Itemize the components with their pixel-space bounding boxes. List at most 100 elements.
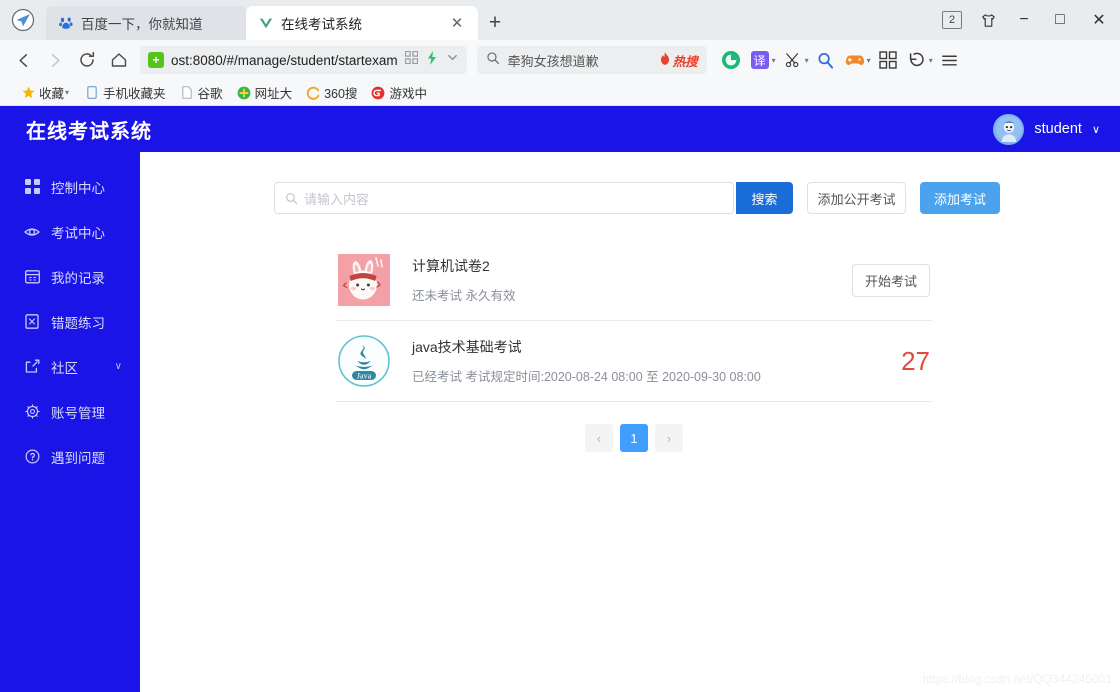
home-icon[interactable] xyxy=(104,45,134,75)
page-icon xyxy=(180,86,194,100)
minimize-button[interactable]: − xyxy=(1006,4,1042,36)
search-button[interactable]: 搜索 xyxy=(736,182,794,214)
pagination-page-1[interactable]: 1 xyxy=(620,424,648,452)
phone-icon xyxy=(85,86,99,100)
undo-arrow-icon[interactable] xyxy=(903,46,931,74)
tab-title: 百度一下，你就知道 xyxy=(81,17,203,32)
bookmark-label: 手机收藏夹 xyxy=(103,87,166,101)
browser-toolbar: + ost:8080/#/manage/student/startexam 牵狗… xyxy=(0,40,1120,80)
new-tab-button[interactable]: + xyxy=(478,6,512,40)
rabbit-avatar-thumb xyxy=(338,254,390,306)
sidebar: 控制中心 考试中心 我的记录 错题练习 社区 ∨ 账号管理 遇到问题 xyxy=(0,152,140,692)
sidebar-item-control-center[interactable]: 控制中心 xyxy=(0,164,140,209)
scissors-screenshot-icon[interactable] xyxy=(779,46,807,74)
green-plus-icon xyxy=(237,86,251,100)
add-public-exam-button[interactable]: 添加公开考试 xyxy=(807,182,907,214)
user-menu[interactable]: student ∨ xyxy=(993,113,1100,145)
tab-strip: 百度一下，你就知道 在线考试系统 ✕ + 2 − □ ✕ xyxy=(0,0,1120,40)
translate-extension-icon[interactable]: 译 xyxy=(746,46,774,74)
search-input[interactable]: 请输入内容 xyxy=(274,182,734,214)
browser-tab-baidu[interactable]: 百度一下，你就知道 xyxy=(46,6,246,40)
magnifier-icon xyxy=(486,51,500,70)
star-icon xyxy=(21,86,35,100)
exam-info: 计算机试卷2 还未考试 永久有效 xyxy=(412,256,810,304)
tshirt-skin-icon[interactable] xyxy=(970,4,1006,36)
window-controls: 2 − □ ✕ xyxy=(934,0,1120,40)
close-icon[interactable]: ✕ xyxy=(448,14,466,32)
bookmark-item-mobile-favorites[interactable]: 手机收藏夹 xyxy=(78,82,173,104)
add-exam-button[interactable]: 添加考试 xyxy=(920,182,1001,214)
pagination-next-button[interactable]: › xyxy=(655,424,683,452)
bookmark-label: 360搜 xyxy=(324,87,358,101)
sidebar-item-wrong-question-practice[interactable]: 错题练习 xyxy=(0,299,140,344)
magnifier-tool-icon[interactable] xyxy=(812,46,840,74)
calendar-icon xyxy=(24,269,40,285)
chevron-down-icon[interactable]: ∨ xyxy=(1092,123,1100,136)
chevron-down-icon[interactable]: ▾ xyxy=(867,56,871,65)
hot-search-badge[interactable]: 热搜 xyxy=(659,51,698,70)
baidu-paw-icon xyxy=(58,15,74,31)
document-error-icon xyxy=(24,314,40,330)
start-exam-button[interactable]: 开始考试 xyxy=(852,263,930,297)
translate-glyph: 译 xyxy=(750,51,769,69)
sidebar-item-label: 社区 xyxy=(51,360,78,376)
search-input-placeholder: 请输入内容 xyxy=(304,191,370,207)
sidebar-item-community[interactable]: 社区 ∨ xyxy=(0,344,140,389)
chevron-down-icon[interactable]: ▾ xyxy=(772,56,776,65)
sidebar-item-label: 考试中心 xyxy=(51,225,105,241)
exam-list-item[interactable]: Java java技术基础考试 已经考试 考试规定时间:2020-08-24 0… xyxy=(336,321,932,402)
pagination: ‹ 1 › xyxy=(336,424,932,452)
sidebar-item-label: 账号管理 xyxy=(51,405,105,421)
exam-name: 计算机试卷2 xyxy=(412,258,490,274)
qr-code-icon[interactable] xyxy=(404,50,418,69)
reload-icon[interactable] xyxy=(72,45,102,75)
exam-action: 开始考试 xyxy=(810,263,930,297)
gamepad-icon[interactable] xyxy=(841,46,869,74)
exam-list-item[interactable]: 计算机试卷2 还未考试 永久有效 开始考试 xyxy=(336,240,932,321)
hamburger-menu-icon[interactable] xyxy=(936,46,964,74)
sidebar-item-help[interactable]: 遇到问题 xyxy=(0,434,140,479)
maximize-button[interactable]: □ xyxy=(1042,4,1078,36)
close-window-button[interactable]: ✕ xyxy=(1078,4,1120,36)
bookmark-item-url-nav[interactable]: 网址大 xyxy=(230,82,300,104)
search-icon xyxy=(285,192,298,205)
back-arrow-icon[interactable] xyxy=(8,45,38,75)
svg-text:Java: Java xyxy=(357,371,372,380)
exam-info: java技术基础考试 已经考试 考试规定时间:2020-08-24 08:00 … xyxy=(412,337,810,385)
tab-title: 在线考试系统 xyxy=(281,17,362,32)
apps-grid-icon[interactable] xyxy=(874,46,902,74)
browser-search-box[interactable]: 牵狗女孩想道歉 热搜 xyxy=(476,46,707,74)
chevron-down-icon[interactable]: ∨ xyxy=(115,361,122,372)
bookmark-label: 谷歌 xyxy=(197,87,223,101)
bookmarks-bar: 收藏 ▾ 手机收藏夹 谷歌 网址大 360搜 游戏中 xyxy=(0,80,1120,106)
bookmark-item-game-center[interactable]: 游戏中 xyxy=(364,82,434,104)
tab-count-button[interactable]: 2 xyxy=(934,4,970,36)
chevron-down-icon[interactable]: ▾ xyxy=(65,88,69,97)
sidebar-item-label: 控制中心 xyxy=(51,180,105,196)
browser-logo-icon xyxy=(0,0,46,40)
chevron-down-icon[interactable]: ▾ xyxy=(929,56,933,65)
bookmark-item-360-search[interactable]: 360搜 xyxy=(299,82,364,104)
sidebar-item-my-records[interactable]: 我的记录 xyxy=(0,254,140,299)
pagination-prev-button[interactable]: ‹ xyxy=(585,424,613,452)
sidebar-item-exam-center[interactable]: 考试中心 xyxy=(0,209,140,254)
green-circle-extension-icon[interactable] xyxy=(717,46,745,74)
chevron-down-icon[interactable] xyxy=(446,51,459,69)
body-row: 控制中心 考试中心 我的记录 错题练习 社区 ∨ 账号管理 遇到问题 请输入内容… xyxy=(0,152,1120,692)
address-bar[interactable]: + ost:8080/#/manage/student/startexam xyxy=(140,46,467,74)
bookmark-item-google[interactable]: 谷歌 xyxy=(173,82,230,104)
forward-arrow-icon[interactable] xyxy=(40,45,70,75)
user-name: student xyxy=(1034,121,1082,137)
green-shield-icon: + xyxy=(148,52,164,68)
url-text: ost:8080/#/manage/student/startexam xyxy=(171,52,398,68)
exam-toolbar: 请输入内容 搜索 添加公开考试 添加考试 xyxy=(274,152,1001,214)
sidebar-item-account-management[interactable]: 账号管理 xyxy=(0,389,140,434)
chevron-down-icon[interactable]: ▾ xyxy=(805,56,809,65)
sidebar-item-label: 我的记录 xyxy=(51,270,105,286)
bookmark-item-favorites[interactable]: 收藏 ▾ xyxy=(14,82,78,104)
extension-icons: 译 ▾ ▾ ▾ ▾ xyxy=(717,46,964,74)
question-circle-icon xyxy=(24,449,40,465)
web-page: 在线考试系统 student ∨ 控制中心 考试中心 我的记录 错题练习 社区 … xyxy=(0,106,1120,692)
lightning-icon[interactable] xyxy=(426,50,438,70)
browser-tab-exam-system[interactable]: 在线考试系统 ✕ xyxy=(246,6,478,40)
